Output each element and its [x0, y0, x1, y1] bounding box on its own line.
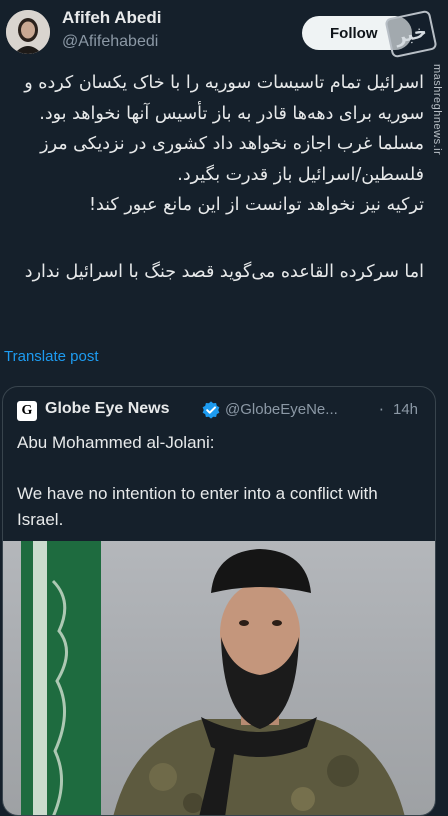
quoted-post-card[interactable]: G Globe Eye News @GlobeEyeNe... · 14h Ab… [2, 386, 436, 816]
quote-timestamp[interactable]: 14h [393, 401, 418, 418]
tweet-header: Afifeh Abedi @Afifehabedi Follow ﺧﺒﺮ [0, 0, 448, 70]
cap [211, 549, 311, 593]
post-paragraph-1: اسرائیل تمام تاسیسات سوریه را با خاک یکس… [24, 73, 424, 185]
display-name[interactable]: Afifeh Abedi [62, 8, 161, 28]
post-paragraph-3: اما سرکرده القاعده می‌گوید قصد جنگ با اس… [24, 261, 424, 282]
user-handle[interactable]: @Afifehabedi [62, 33, 158, 51]
verified-badge-icon [202, 401, 220, 419]
quote-handle[interactable]: @GlobeEyeNe... [225, 401, 338, 418]
avatar-portrait [6, 10, 50, 54]
quote-text-line-2: We have no intention to enter into a con… [17, 484, 378, 529]
photo-illustration [21, 541, 405, 815]
news-logo-watermark: ﺧﺒﺮ [384, 9, 438, 59]
quote-text-line-1: Abu Mohammed al-Jolani: [17, 433, 215, 452]
flag-stripe [33, 541, 47, 815]
site-watermark: mashreghnews.ir [431, 64, 443, 156]
post-body: اسرائیل تمام تاسیسات سوریه را با خاک یکس… [6, 68, 424, 287]
avatar[interactable] [6, 10, 50, 54]
quote-media-image[interactable] [3, 541, 435, 815]
quote-source-logo: G [17, 401, 37, 421]
quote-display-name[interactable]: Globe Eye News [45, 400, 170, 418]
translate-post-link[interactable]: Translate post [4, 348, 99, 365]
post-paragraph-2: ترکیه نیز نخواهد توانست از این مانع عبور… [88, 195, 424, 215]
separator-dot: · [379, 401, 384, 419]
